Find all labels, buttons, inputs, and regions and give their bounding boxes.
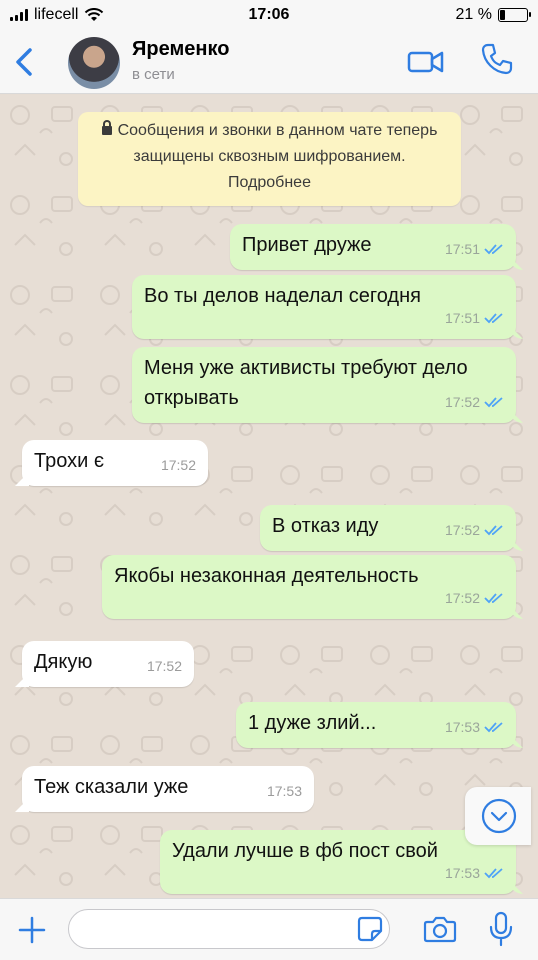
back-chevron-icon[interactable] <box>8 42 44 82</box>
message-time: 17:51 <box>444 241 480 257</box>
camera-icon[interactable] <box>423 914 457 944</box>
message-time: 17:52 <box>160 457 196 473</box>
double-check-icon <box>484 244 503 255</box>
message-time: 17:53 <box>444 865 480 881</box>
message-meta: 17:53 <box>445 712 504 742</box>
message-text: В отказ иду <box>272 515 379 537</box>
double-check-icon <box>484 593 503 604</box>
message-text: Дякую <box>34 651 93 673</box>
message-time: 17:52 <box>444 394 480 410</box>
message-meta: 17:53 <box>445 858 504 888</box>
contact-name[interactable]: Яременко <box>132 38 229 61</box>
message-time: 17:52 <box>146 658 182 674</box>
double-check-icon <box>484 313 503 324</box>
scroll-to-bottom-button[interactable] <box>465 787 531 845</box>
message-bubble-outgoing[interactable]: Якобы незаконная деятельность 17:52 <box>102 555 516 619</box>
message-text: Теж сказали уже <box>34 776 189 798</box>
message-time: 17:53 <box>266 783 302 799</box>
double-check-icon <box>484 868 503 879</box>
message-input[interactable] <box>68 909 390 949</box>
phone-icon[interactable] <box>480 42 514 76</box>
message-time: 17:52 <box>444 522 480 538</box>
message-bubble-incoming[interactable]: Теж сказали уже 17:53 <box>22 766 314 812</box>
message-meta: 17:52 <box>445 387 504 417</box>
plus-icon[interactable] <box>17 915 47 945</box>
message-text: Привет друже <box>242 234 372 256</box>
avatar[interactable] <box>68 37 120 89</box>
lock-icon <box>101 120 112 135</box>
chat-header: Яременко в сети <box>0 30 538 94</box>
message-bubble-outgoing[interactable]: Удали лучше в фб пост свой 17:53 <box>160 830 516 894</box>
message-text: 1 дуже злий... <box>248 712 377 734</box>
message-text: Меня уже активисты требуют дело открыват… <box>144 357 468 409</box>
battery-icon <box>498 8 531 22</box>
message-input-bar <box>0 898 538 960</box>
message-bubble-outgoing[interactable]: Привет друже 17:51 <box>230 224 516 270</box>
message-meta: 17:52 <box>147 651 182 681</box>
battery-percent: 21 % <box>455 6 492 23</box>
status-bar: lifecell 17:06 21 % <box>0 0 538 30</box>
message-bubble-outgoing[interactable]: В отказ иду 17:52 <box>260 505 516 551</box>
double-check-icon <box>484 525 503 536</box>
message-time: 17:52 <box>444 590 480 606</box>
message-meta: 17:52 <box>445 583 504 613</box>
chat-area[interactable]: Сообщения и звонки в данном чате теперь … <box>0 95 538 898</box>
sticker-icon[interactable] <box>357 916 383 942</box>
contact-status: в сети <box>132 66 175 83</box>
message-bubble-outgoing[interactable]: Во ты делов наделал сегодня 17:51 <box>132 275 516 339</box>
message-bubble-incoming[interactable]: Трохи є 17:52 <box>22 440 208 486</box>
message-bubble-outgoing[interactable]: Меня уже активисты требуют дело открыват… <box>132 347 516 423</box>
message-bubble-outgoing[interactable]: 1 дуже злий... 17:53 <box>236 702 516 748</box>
encryption-notice-text: Сообщения и звонки в данном чате теперь … <box>117 122 438 191</box>
message-text: Якобы незаконная деятельность <box>114 565 419 587</box>
battery-info: 21 % <box>455 6 531 24</box>
message-meta: 17:53 <box>267 776 302 806</box>
message-meta: 17:51 <box>445 234 504 264</box>
message-meta: 17:52 <box>161 450 196 480</box>
microphone-icon[interactable] <box>488 911 514 947</box>
double-check-icon <box>484 397 503 408</box>
message-text: Удали лучше в фб пост свой <box>172 840 438 862</box>
message-meta: 17:52 <box>445 515 504 545</box>
video-camera-icon[interactable] <box>407 48 445 76</box>
message-text: Трохи є <box>34 450 105 472</box>
chevron-down-circle-icon <box>481 798 517 834</box>
message-text: Во ты делов наделал сегодня <box>144 285 421 307</box>
message-bubble-incoming[interactable]: Дякую 17:52 <box>22 641 194 687</box>
message-meta: 17:51 <box>445 303 504 333</box>
message-time: 17:53 <box>444 719 480 735</box>
double-check-icon <box>484 722 503 733</box>
encryption-notice[interactable]: Сообщения и звонки в данном чате теперь … <box>78 112 461 206</box>
message-time: 17:51 <box>444 310 480 326</box>
